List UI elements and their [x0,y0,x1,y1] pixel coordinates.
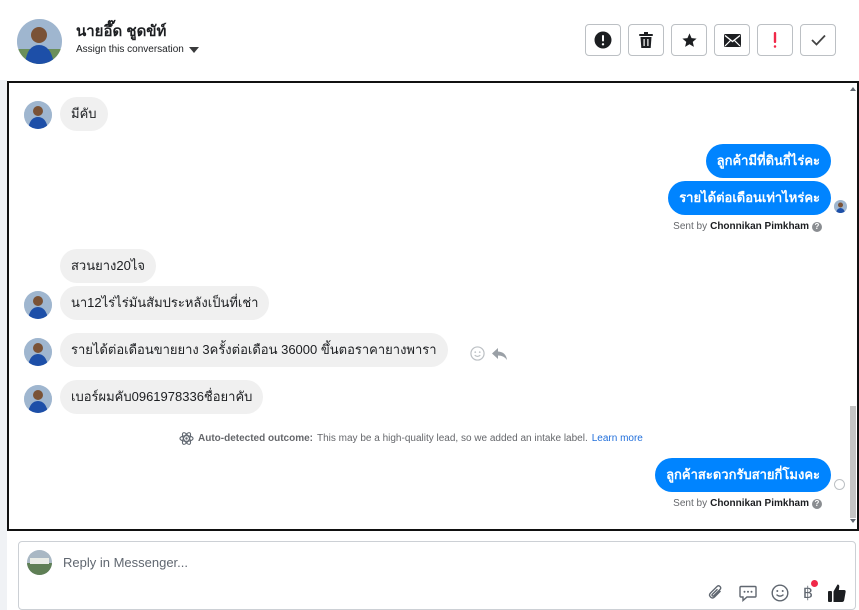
learn-more-link[interactable]: Learn more [592,433,643,444]
incoming-message[interactable]: มีคับ [60,97,108,131]
caret-down-icon [188,46,199,53]
seen-avatar-icon [834,200,847,213]
outgoing-message[interactable]: ลูกค้าสะดวกรับสายกี่โมงคะ [655,458,831,492]
trash-icon [639,31,653,48]
incoming-message[interactable]: รายได้ต่อเดือนขายยาง 3ครั้งต่อเดือน 3600… [60,333,448,367]
composer-tools: ฿ [707,580,847,603]
sent-by-prefix: Sent by [673,498,708,509]
delivered-status-icon [834,479,845,490]
attach-button[interactable] [707,584,725,602]
help-icon[interactable]: ? [812,221,822,232]
outcome-label: Auto-detected outcome: [198,433,313,444]
incoming-message[interactable]: เบอร์ผมคับ0961978336ชื่อยาคับ [60,380,264,414]
payment-button[interactable]: ฿ [803,580,818,603]
emoji-button[interactable] [771,584,789,602]
mark-done-button[interactable] [800,24,836,56]
help-icon[interactable]: ? [812,498,822,509]
reply-arrow-icon[interactable] [491,347,508,361]
message-hover-actions [470,346,508,361]
atom-icon [179,432,194,445]
contact-name: นายอึ๊ด ชูดขัท์ [76,23,167,40]
conversation-header: นายอึ๊ด ชูดขัท์ Assign this conversation [0,0,859,80]
mark-unread-button[interactable] [714,24,750,56]
star-button[interactable] [671,24,707,56]
outcome-text: This may be a high-quality lead, so we a… [317,433,588,444]
message-thread[interactable]: มีคับ ลูกค้ามีที่ดินกี่ไร่คะ รายได้ต่อเด… [7,81,859,531]
scrollbar[interactable] [849,83,857,529]
assign-label: Assign this conversation [76,44,184,55]
sent-by-prefix: Sent by [673,221,708,232]
outgoing-message[interactable]: ลูกค้ามีที่ดินกี่ไร่คะ [705,144,831,178]
left-edge [0,0,7,610]
reply-input[interactable] [63,552,763,572]
star-icon [681,32,697,47]
delete-button[interactable] [628,24,664,56]
reply-composer: ฿ [18,541,856,610]
page-avatar [27,550,52,575]
paperclip-icon [708,585,722,599]
auto-detected-outcome-notice: Auto-detected outcome: This may be a hig… [179,431,643,446]
sender-avatar [24,101,52,129]
incoming-message[interactable]: สวนยาง20ไจ [60,249,157,283]
sender-avatar [24,385,52,413]
scroll-up-icon[interactable] [850,87,856,91]
thumbs-up-icon [828,584,846,602]
scroll-down-icon[interactable] [850,519,856,523]
sender-avatar [24,291,52,319]
follow-up-button[interactable] [757,24,793,56]
like-button[interactable] [827,583,847,603]
envelope-icon [723,33,741,47]
sender-avatar [24,338,52,366]
saved-replies-button[interactable] [739,585,757,602]
exclamation-icon [773,32,777,48]
check-icon [810,34,826,46]
sent-by-name: Chonnikan Pimkham [710,221,809,232]
sent-by-label: Sent by Chonnikan Pimkham ? [673,498,822,509]
emoji-react-icon[interactable] [470,346,485,361]
incoming-message[interactable]: นา12ไร่ไร่มันสัมประหลังเป็นที่เช่า [60,286,270,320]
alert-circle-icon [594,31,612,49]
emoji-icon [771,584,789,602]
mark-spam-button[interactable] [585,24,621,56]
outgoing-message[interactable]: รายได้ต่อเดือนเท่าไหร่คะ [668,181,831,215]
sent-by-label: Sent by Chonnikan Pimkham ? [673,221,822,232]
scrollbar-thumb[interactable] [850,406,856,518]
assign-conversation-dropdown[interactable]: Assign this conversation [76,44,199,55]
conversation-actions [585,24,836,56]
sent-by-name: Chonnikan Pimkham [710,498,809,509]
contact-avatar[interactable] [17,19,62,64]
notification-dot [811,580,818,587]
saved-reply-icon [739,585,757,602]
